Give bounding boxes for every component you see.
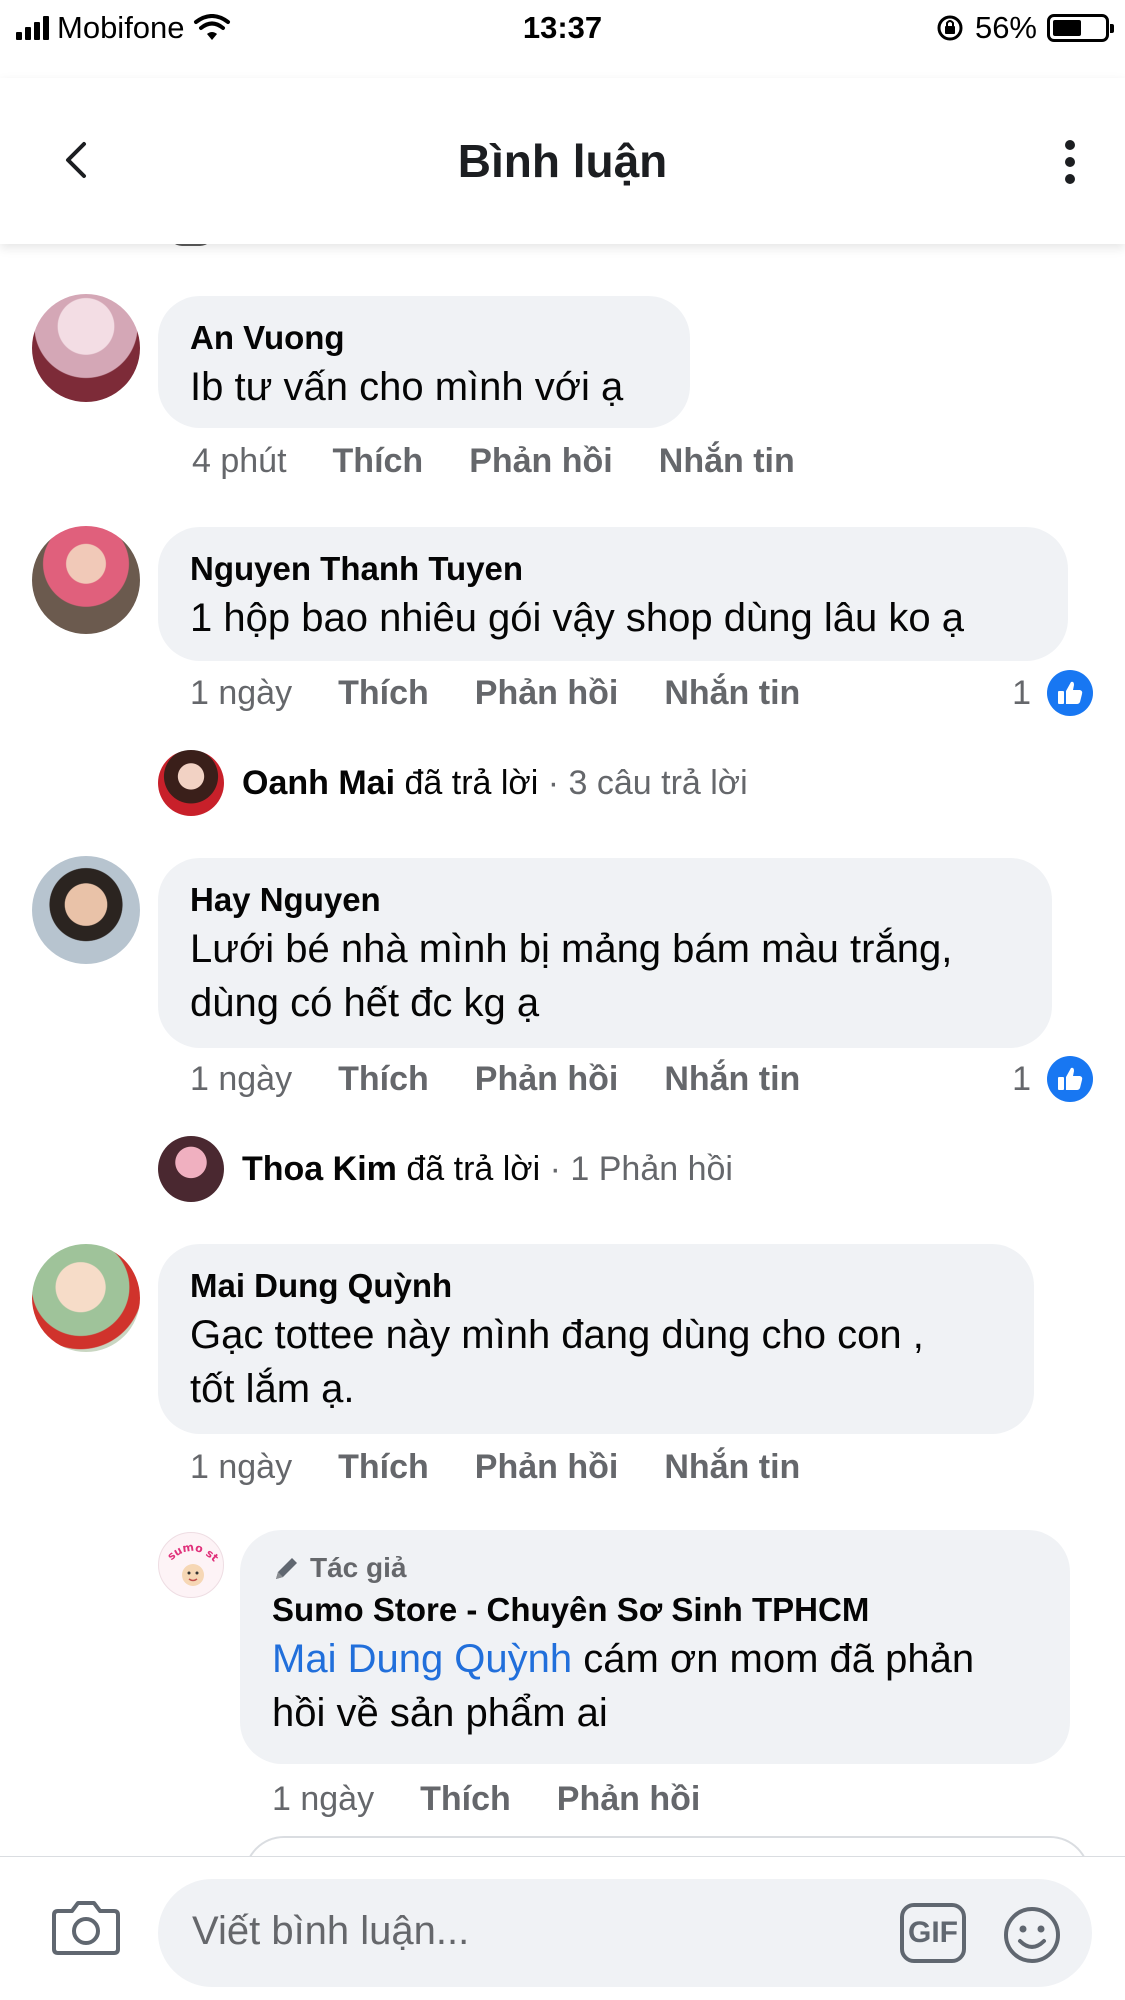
thumbs-up-icon xyxy=(1047,1056,1093,1102)
svg-text:sumo store: sumo store xyxy=(159,1533,221,1564)
comment-text-line: tốt lắm ạ. xyxy=(190,1367,355,1411)
avatar[interactable] xyxy=(32,294,140,402)
comment-bubble[interactable]: Hay Nguyen Lưới bé nhà mình bị mảng bám … xyxy=(158,858,1052,1048)
author-badge: Tác giả xyxy=(272,1548,1038,1588)
comment-text-line: Lưới bé nhà mình bị mảng bám màu trắng, xyxy=(190,927,953,971)
page-avatar[interactable]: sumo store xyxy=(158,1532,224,1598)
reply-verb: đã trả lời xyxy=(406,1149,541,1188)
comment-text-line: Gạc tottee này mình đang dùng cho con , xyxy=(190,1313,924,1357)
comment-author[interactable]: An Vuong xyxy=(190,316,658,360)
avatar[interactable] xyxy=(32,856,140,964)
like-button[interactable]: Thích xyxy=(338,1060,429,1099)
reaction-count[interactable]: 1 xyxy=(1012,670,1093,716)
rotation-lock-icon xyxy=(937,15,963,41)
page-title: Bình luận xyxy=(457,135,668,187)
comment-text: 1 hộp bao nhiêu gói vậy shop dùng lâu ko… xyxy=(190,596,964,640)
comment-text-line: Mai Dung Quỳnh cám ơn mom đã phản xyxy=(272,1632,1038,1686)
avatar xyxy=(158,1136,224,1202)
comment-bubble[interactable]: Nguyen Thanh Tuyen 1 hộp bao nhiêu gói v… xyxy=(158,527,1068,661)
avatar[interactable] xyxy=(32,526,140,634)
pencil-icon xyxy=(276,1558,297,1579)
comment-input[interactable]: Viết bình luận... GIF xyxy=(158,1879,1092,1987)
comment-author[interactable]: Sumo Store - Chuyên Sơ Sinh TPHCM xyxy=(272,1588,1038,1632)
reply-button[interactable]: Phản hồi xyxy=(469,442,613,481)
comment-time: 1 ngày xyxy=(190,1448,293,1486)
mention-link[interactable]: Mai Dung Quỳnh xyxy=(272,1637,572,1681)
comment-time: 1 ngày xyxy=(190,674,293,712)
comment-actions: 1 ngày Thích Phản hồi Nhắn tin xyxy=(190,1448,800,1487)
comment-actions: 1 ngày Thích Phản hồi Nhắn tin xyxy=(190,1060,800,1099)
comment-text-line: dùng có hết đc kg ạ xyxy=(190,981,540,1025)
logo-text: sumo store xyxy=(159,1533,221,1564)
like-button[interactable]: Thích xyxy=(338,1448,429,1487)
reply-author: Oanh Mai xyxy=(242,763,396,802)
gif-button[interactable]: GIF xyxy=(900,1903,966,1963)
comment-author[interactable]: Mai Dung Quỳnh xyxy=(190,1264,1002,1308)
reply-count: · 3 câu trả lời xyxy=(547,763,748,802)
like-count: 1 xyxy=(1012,673,1031,712)
comment-bubble[interactable]: Mai Dung Quỳnh Gạc tottee này mình đang … xyxy=(158,1244,1034,1434)
like-button[interactable]: Thích xyxy=(420,1780,511,1819)
view-replies-link[interactable]: Oanh Mai đã trả lời · 3 câu trả lời xyxy=(158,750,748,816)
avatar xyxy=(158,750,224,816)
more-options-icon[interactable] xyxy=(1063,140,1077,184)
status-bar: Mobifone 13:37 56% xyxy=(0,0,1125,58)
view-replies-link[interactable]: Thoa Kim đã trả lời · 1 Phản hồi xyxy=(158,1136,733,1202)
reply-count: · 1 Phản hồi xyxy=(549,1149,733,1188)
comment-bubble[interactable]: An Vuong Ib tư vấn cho mình với ạ xyxy=(158,296,690,428)
comment-author[interactable]: Hay Nguyen xyxy=(190,878,1020,922)
camera-icon[interactable] xyxy=(52,1897,120,1955)
emoji-icon[interactable] xyxy=(1002,1905,1062,1965)
app-header: Bình luận xyxy=(0,78,1125,244)
avatar[interactable] xyxy=(32,1244,140,1352)
comment-input-placeholder: Viết bình luận... xyxy=(192,1909,470,1953)
comment-time: 1 ngày xyxy=(190,1060,293,1098)
comment-text: cám ơn mom đã phản xyxy=(583,1637,975,1681)
message-button[interactable]: Nhắn tin xyxy=(664,674,800,713)
reply-button[interactable]: Phản hồi xyxy=(475,674,619,713)
comment-actions: 4 phút Thích Phản hồi Nhắn tin xyxy=(192,442,795,481)
reply-button[interactable]: Phản hồi xyxy=(557,1780,701,1819)
message-button[interactable]: Nhắn tin xyxy=(659,442,795,481)
comment-composer: Viết bình luận... GIF xyxy=(0,1856,1125,2000)
message-button[interactable]: Nhắn tin xyxy=(664,1060,800,1099)
comment-text: Ib tư vấn cho mình với ạ xyxy=(190,365,624,409)
author-badge-label: Tác giả xyxy=(310,1552,407,1583)
sumo-store-logo: sumo store xyxy=(159,1533,221,1586)
like-button[interactable]: Thích xyxy=(333,442,424,481)
comment-text-line: hồi về sản phẩm ai xyxy=(272,1691,608,1735)
comment-actions: 1 ngày Thích Phản hồi Nhắn tin xyxy=(190,674,800,713)
reply-button[interactable]: Phản hồi xyxy=(475,1060,619,1099)
message-button[interactable]: Nhắn tin xyxy=(664,1448,800,1487)
like-button[interactable]: Thích xyxy=(338,674,429,713)
comment-author[interactable]: Nguyen Thanh Tuyen xyxy=(190,547,1036,591)
comment-actions: 1 ngày Thích Phản hồi xyxy=(272,1780,700,1819)
status-right: 56% xyxy=(935,10,1114,46)
comment-time: 4 phút xyxy=(192,442,287,480)
reply-verb: đã trả lời xyxy=(404,763,539,802)
battery-icon xyxy=(1047,14,1114,42)
comment-bubble[interactable]: Tác giả Sumo Store - Chuyên Sơ Sinh TPHC… xyxy=(240,1530,1070,1764)
reply-button[interactable]: Phản hồi xyxy=(475,1448,619,1487)
like-count: 1 xyxy=(1012,1059,1031,1098)
comment-time: 1 ngày xyxy=(272,1780,375,1818)
thumbs-up-icon xyxy=(1047,670,1093,716)
battery-percent: 56% xyxy=(974,10,1037,45)
reaction-count[interactable]: 1 xyxy=(1012,1056,1093,1102)
reply-author: Thoa Kim xyxy=(242,1149,397,1188)
